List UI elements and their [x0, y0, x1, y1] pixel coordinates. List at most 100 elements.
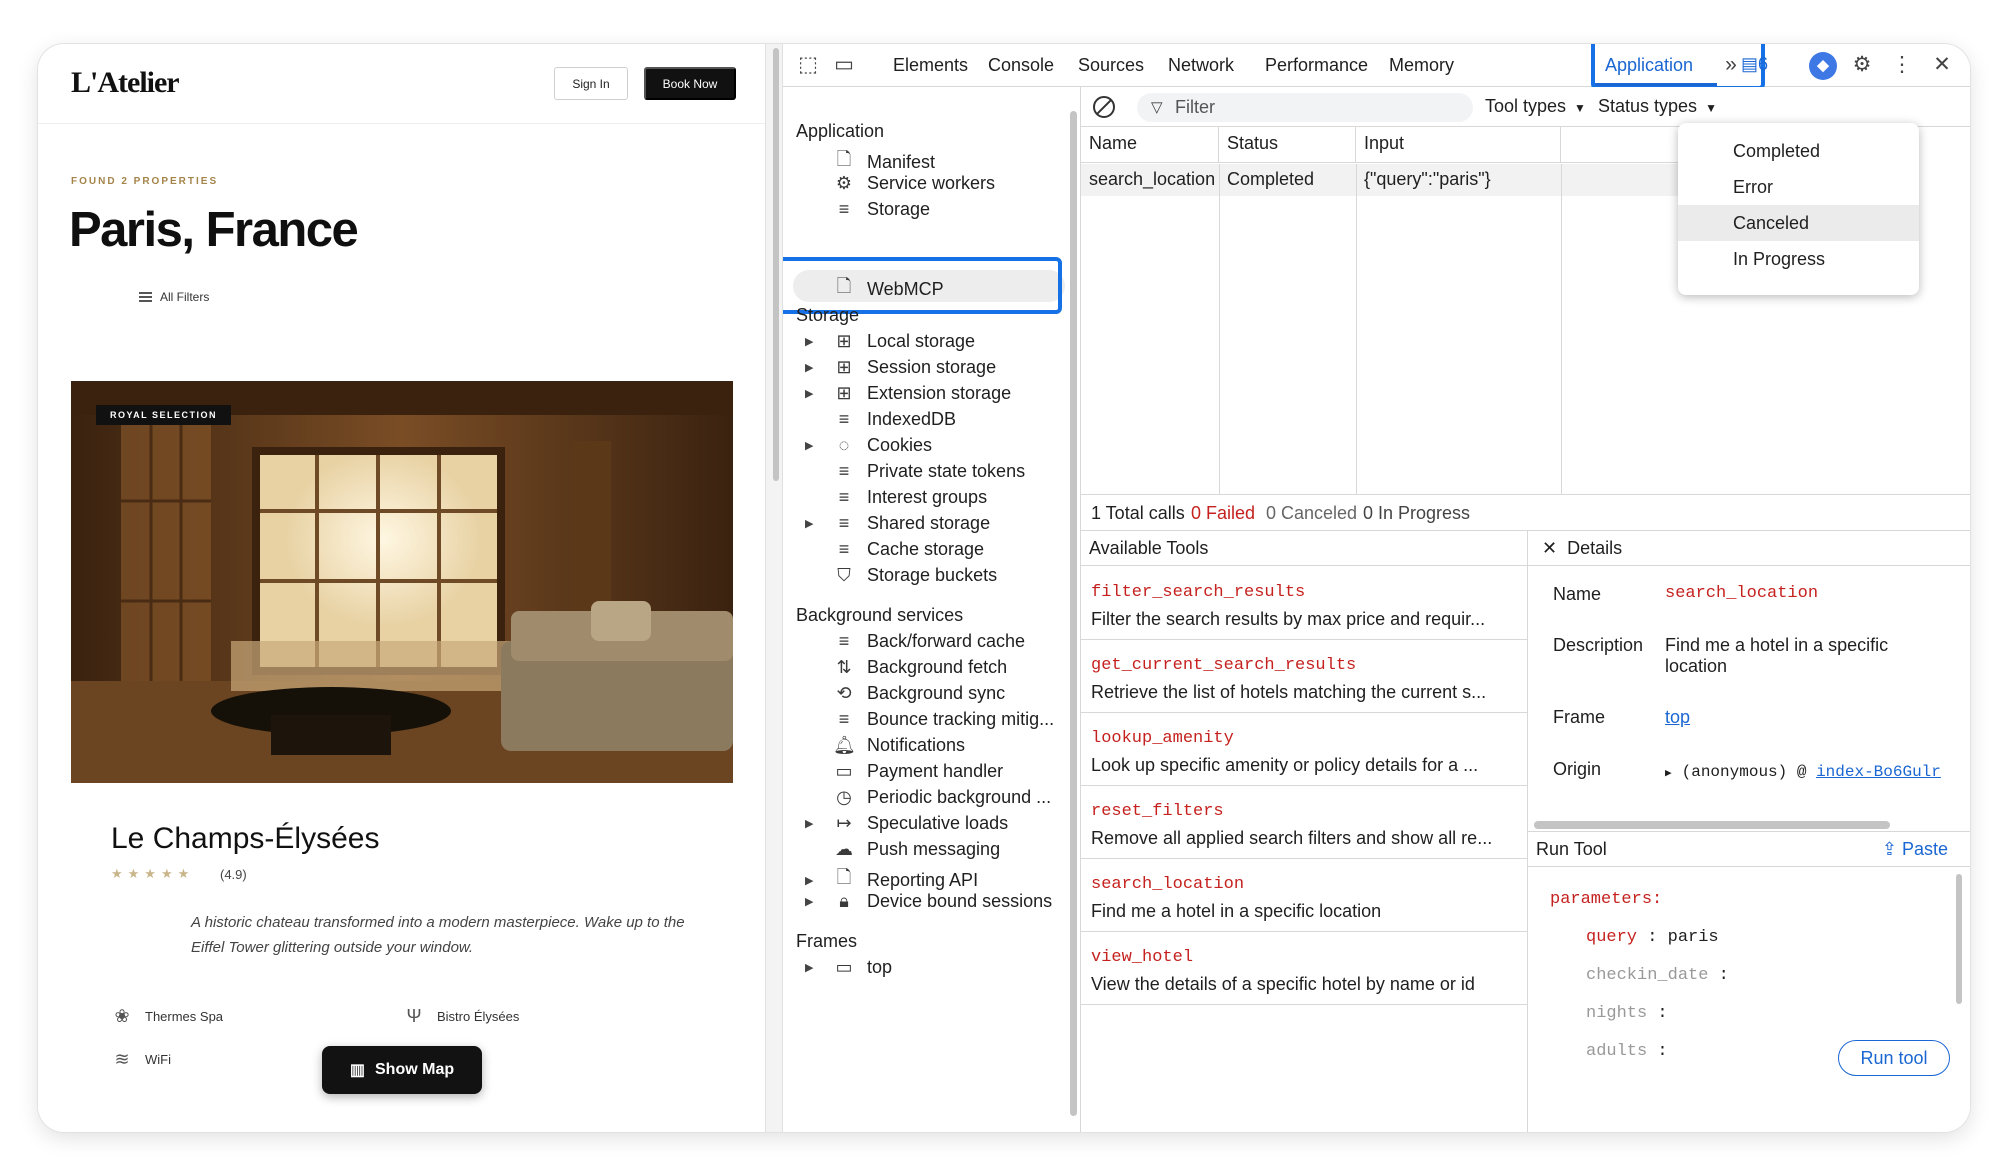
- settings-icon[interactable]: ⚙: [1849, 52, 1875, 78]
- hotel-name[interactable]: Le Champs-Élysées: [111, 822, 379, 856]
- tab-sources[interactable]: Sources: [1078, 55, 1144, 76]
- sidebar-item-service-workers[interactable]: ⚙ Service workers: [833, 173, 995, 194]
- tool-item[interactable]: view_hotel View the details of a specifi…: [1081, 932, 1527, 1005]
- table-cell-name[interactable]: search_location: [1081, 164, 1219, 196]
- sidebar-item-frame-top[interactable]: ▶ ▭ top: [805, 957, 892, 978]
- sidebar-item-private-state-tokens[interactable]: ≡ Private state tokens: [833, 461, 1025, 482]
- sidebar-item-bounce-tracking[interactable]: ≡ Bounce tracking mitig...: [833, 709, 1054, 730]
- tool-types-dropdown[interactable]: Tool types ▼: [1485, 96, 1586, 117]
- column-header-name[interactable]: Name: [1081, 127, 1219, 163]
- tool-item[interactable]: get_current_search_results Retrieve the …: [1081, 640, 1527, 713]
- device-toolbar-icon[interactable]: ▭: [831, 52, 857, 78]
- sidebar-item-back-forward-cache[interactable]: ≡ Back/forward cache: [833, 631, 1025, 652]
- paste-label: Paste: [1901, 839, 1948, 859]
- sidebar-item-label: Storage buckets: [867, 565, 998, 585]
- param-nights[interactable]: nights :: [1586, 1004, 1668, 1023]
- sidebar-item-payment-handler[interactable]: ▭ Payment handler: [833, 761, 1003, 782]
- tool-item[interactable]: reset_filters Remove all applied search …: [1081, 786, 1527, 859]
- tab-elements[interactable]: Elements: [893, 55, 968, 76]
- tool-item[interactable]: search_location Find me a hotel in a spe…: [1081, 859, 1527, 932]
- sidebar-item-label: Session storage: [867, 357, 997, 377]
- sign-in-button[interactable]: Sign In: [554, 67, 628, 100]
- site-logo[interactable]: L'Atelier: [71, 66, 180, 100]
- sidebar-item-local-storage[interactable]: ▶ ⊞ Local storage: [805, 331, 975, 352]
- cloud-icon: ☁: [835, 839, 853, 859]
- parameters-key: parameters:: [1550, 890, 1663, 909]
- column-header-status[interactable]: Status: [1219, 127, 1356, 163]
- inspect-element-icon[interactable]: ⬚: [795, 52, 821, 78]
- menu-item-completed[interactable]: Completed: [1678, 133, 1919, 169]
- sidebar-item-speculative-loads[interactable]: ▶ ↦ Speculative loads: [805, 813, 1008, 834]
- param-query[interactable]: query : paris: [1586, 928, 1719, 947]
- sidebar-item-notifications[interactable]: 🔔︎ Notifications: [833, 735, 965, 756]
- sidebar-item-storage-buckets[interactable]: ⛉ Storage buckets: [833, 565, 997, 586]
- sidebar-item-periodic-background[interactable]: ◷ Periodic background ...: [833, 787, 1051, 808]
- close-details-icon[interactable]: ✕: [1542, 538, 1557, 558]
- pane-splitter[interactable]: [765, 44, 783, 1132]
- param-checkin-date[interactable]: checkin_date :: [1586, 966, 1729, 985]
- tab-performance[interactable]: Performance: [1265, 55, 1368, 76]
- table-cell-status[interactable]: Completed: [1219, 164, 1356, 196]
- expand-arrow-icon[interactable]: ▶: [805, 439, 813, 452]
- expand-arrow-icon[interactable]: ▶: [805, 817, 813, 830]
- sidebar-item-session-storage[interactable]: ▶ ⊞ Session storage: [805, 357, 997, 378]
- run-tool-button[interactable]: Run tool: [1838, 1040, 1950, 1076]
- tool-description: Look up specific amenity or policy detai…: [1091, 755, 1479, 775]
- expand-arrow-icon[interactable]: ▶: [805, 361, 813, 374]
- sidebar-item-extension-storage[interactable]: ▶ ⊞ Extension storage: [805, 383, 1011, 404]
- menu-item-error[interactable]: Error: [1678, 169, 1919, 205]
- detail-name-value: search_location: [1665, 584, 1819, 603]
- sidebar-item-device-bound-sessions[interactable]: ▶ 🔒︎ Device bound sessions: [805, 891, 1052, 912]
- show-map-button[interactable]: ▥ Show Map: [322, 1046, 482, 1094]
- call-summary: 1 Total calls 0 Failed 0 Canceled 0 In P…: [1081, 494, 1970, 531]
- expand-arrow-icon[interactable]: ▶: [805, 387, 813, 400]
- table-cell-input[interactable]: {"query":"paris"}: [1356, 164, 1561, 196]
- column-header-input[interactable]: Input: [1356, 127, 1561, 163]
- run-tool-scrollbar[interactable]: [1956, 874, 1962, 1004]
- issues-counter[interactable]: ▤6: [1741, 54, 1768, 75]
- tool-name: filter_search_results: [1091, 583, 1306, 602]
- all-filters-button[interactable]: All Filters: [139, 290, 209, 304]
- menu-item-canceled[interactable]: Canceled: [1678, 205, 1919, 241]
- expand-arrow-icon[interactable]: ▶: [805, 895, 813, 908]
- sidebar-item-label: Cache storage: [867, 539, 985, 559]
- expand-arrow-icon[interactable]: ▶: [805, 961, 813, 974]
- tool-item[interactable]: filter_search_results Filter the search …: [1081, 567, 1527, 640]
- filter-icon: ▽: [1151, 99, 1163, 116]
- detail-frame-link[interactable]: top: [1665, 707, 1690, 728]
- sidebar-item-indexeddb[interactable]: ≡ IndexedDB: [833, 409, 956, 430]
- extension-icon[interactable]: ◆: [1809, 52, 1837, 80]
- tab-console[interactable]: Console: [988, 55, 1054, 76]
- menu-item-in-progress[interactable]: In Progress: [1678, 241, 1919, 277]
- sidebar-item-push-messaging[interactable]: ☁ Push messaging: [833, 839, 1000, 860]
- sidebar-item-storage[interactable]: ≡ Storage: [833, 199, 930, 220]
- sidebar-item-shared-storage[interactable]: ▶ ≡ Shared storage: [805, 513, 990, 534]
- sidebar-item-background-fetch[interactable]: ⇅ Background fetch: [833, 657, 1007, 678]
- param-adults[interactable]: adults :: [1586, 1042, 1668, 1061]
- tab-network[interactable]: Network: [1168, 55, 1234, 76]
- expand-arrow-icon[interactable]: ▶: [805, 335, 813, 348]
- expand-arrow-icon[interactable]: ▶: [805, 874, 813, 887]
- status-types-dropdown[interactable]: Status types ▼: [1598, 96, 1717, 117]
- sidebar-scrollbar[interactable]: [1070, 111, 1077, 1116]
- book-now-button[interactable]: Book Now: [644, 67, 736, 100]
- expand-arrow-icon[interactable]: ▶: [805, 517, 813, 530]
- tool-item[interactable]: lookup_amenity Look up specific amenity …: [1081, 713, 1527, 786]
- website-scrollbar[interactable]: [773, 48, 779, 481]
- expand-arrow-icon[interactable]: ▶: [1665, 768, 1672, 780]
- sidebar-item-background-sync[interactable]: ⟲ Background sync: [833, 683, 1005, 704]
- sidebar-item-cookies[interactable]: ▶ ◌ Cookies: [805, 435, 932, 456]
- more-options-icon[interactable]: ⋮: [1889, 52, 1915, 78]
- sidebar-item-cache-storage[interactable]: ≡ Cache storage: [833, 539, 984, 560]
- filter-input[interactable]: [1137, 93, 1473, 122]
- close-icon[interactable]: ✕: [1929, 52, 1955, 78]
- sidebar-item-interest-groups[interactable]: ≡ Interest groups: [833, 487, 987, 508]
- clear-icon[interactable]: [1093, 96, 1115, 118]
- param-key: checkin_date: [1586, 966, 1709, 985]
- paste-button[interactable]: ⇪ Paste: [1882, 839, 1948, 860]
- tool-name: reset_filters: [1091, 802, 1224, 821]
- origin-source-link[interactable]: index-Bo6Gulr: [1816, 763, 1941, 781]
- details-scrollbar[interactable]: [1534, 821, 1890, 829]
- hotel-image[interactable]: ROYAL SELECTION: [71, 381, 733, 783]
- tab-memory[interactable]: Memory: [1389, 55, 1454, 76]
